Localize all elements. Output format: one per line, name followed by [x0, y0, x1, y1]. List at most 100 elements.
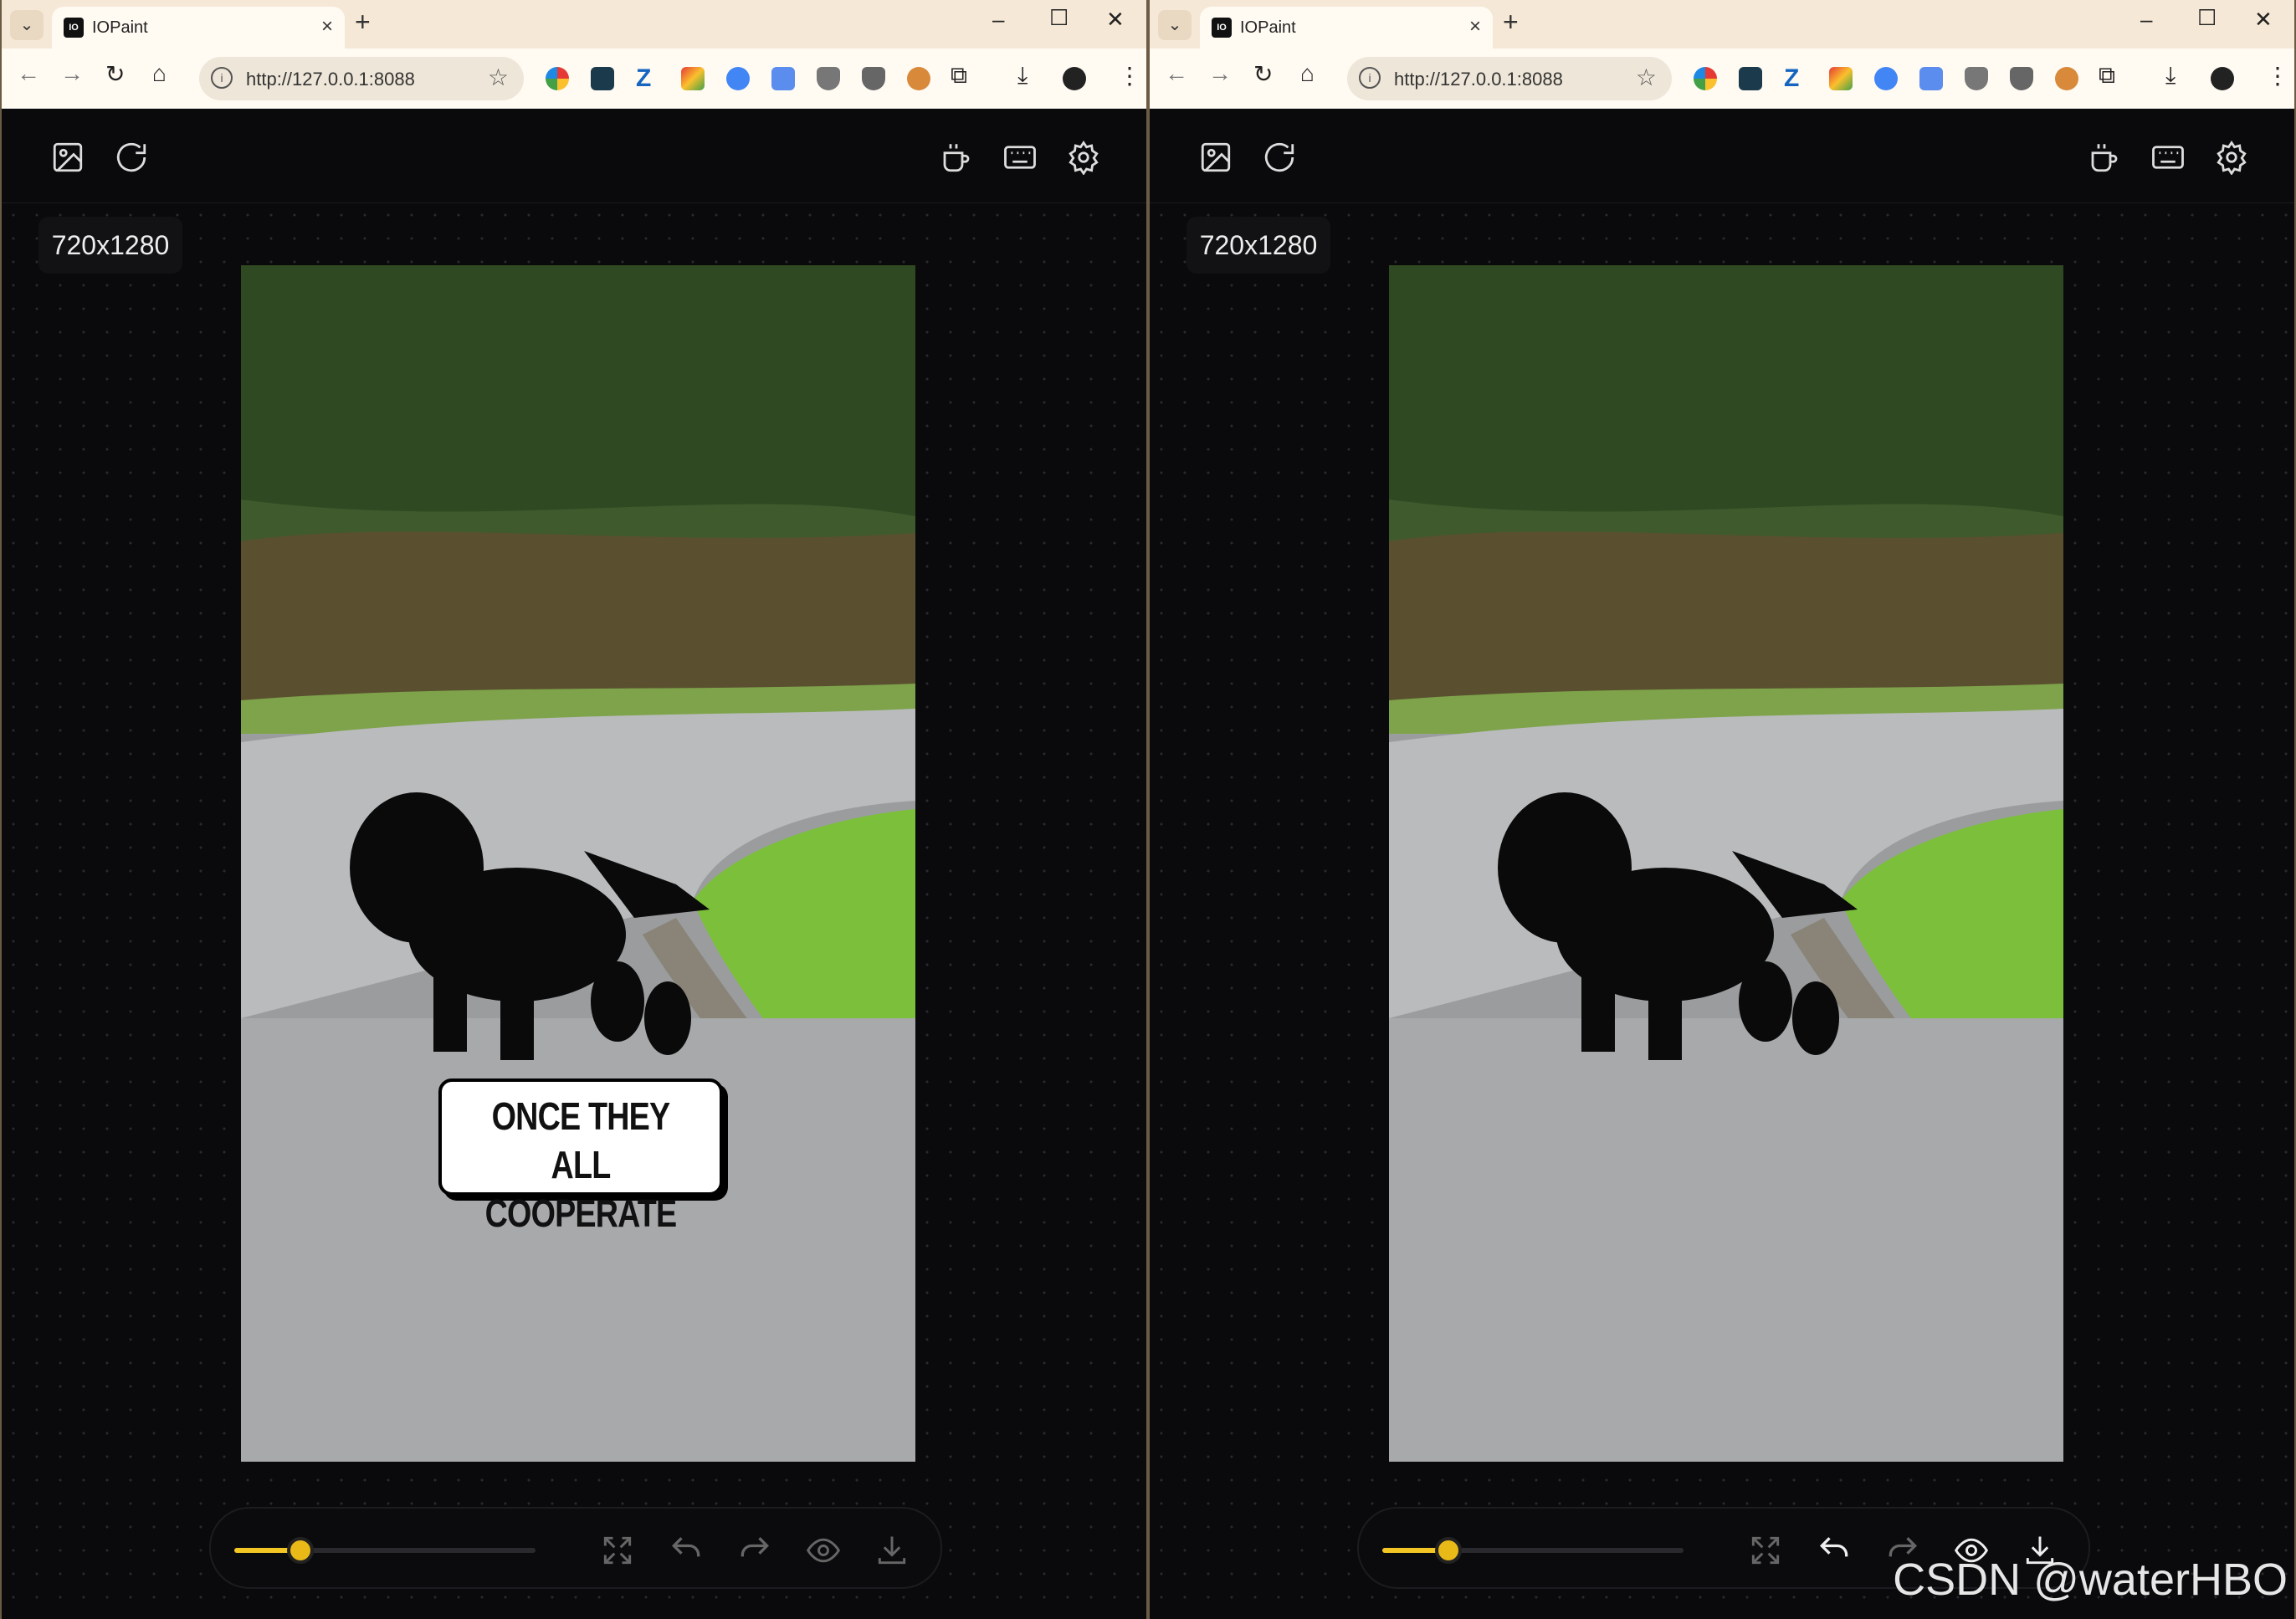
- fullscreen-icon[interactable]: [1747, 1532, 1784, 1569]
- app-header: [1150, 110, 2294, 203]
- minimize-icon[interactable]: –: [992, 7, 1004, 33]
- download-icon[interactable]: [874, 1532, 910, 1569]
- browser-window-right: ⌄ IO IOPaint × + – ☐ ✕ ← → ↻ ⌂ i http://…: [1148, 0, 2296, 1619]
- keyboard-icon[interactable]: [1002, 140, 1038, 175]
- canvas-image[interactable]: ONCE THEY ALL COOPERATE: [241, 265, 915, 1462]
- extension-rainbow-icon[interactable]: [546, 67, 569, 90]
- extension-rainbow-icon[interactable]: [1694, 67, 1717, 90]
- extension-search-icon[interactable]: [1874, 67, 1898, 90]
- site-info-icon[interactable]: i: [211, 67, 233, 89]
- address-bar[interactable]: i http://127.0.0.1:8088 ☆: [199, 57, 524, 100]
- browser-menu-kebab-icon[interactable]: ⋮: [2266, 62, 2289, 90]
- home-icon[interactable]: ⌂: [1300, 60, 1315, 87]
- tab-close-icon[interactable]: ×: [321, 15, 333, 38]
- extension-cookie-icon[interactable]: [2055, 67, 2078, 90]
- extension-shield-plus-icon[interactable]: [862, 67, 885, 90]
- extension-translate-icon[interactable]: [1919, 67, 1943, 90]
- back-arrow-icon[interactable]: ←: [1165, 60, 1188, 87]
- close-window-icon[interactable]: ✕: [2254, 7, 2273, 33]
- extension-grid-icon[interactable]: [1739, 67, 1762, 90]
- reload-icon[interactable]: ↻: [1253, 60, 1273, 88]
- close-window-icon[interactable]: ✕: [1106, 7, 1125, 33]
- extension-shield-icon[interactable]: [817, 67, 840, 90]
- coffee-icon[interactable]: [939, 140, 974, 175]
- refresh-icon[interactable]: [114, 140, 149, 175]
- extension-search-icon[interactable]: [726, 67, 750, 90]
- bookmark-star-icon[interactable]: ☆: [488, 64, 509, 91]
- iopaint-favicon-icon: IO: [64, 18, 84, 38]
- tab-search-chevron-icon[interactable]: ⌄: [10, 10, 44, 40]
- home-icon[interactable]: ⌂: [152, 60, 167, 87]
- site-info-icon[interactable]: i: [1359, 67, 1381, 89]
- brush-size-thumb[interactable]: [287, 1537, 315, 1564]
- settings-gear-icon[interactable]: [2214, 140, 2249, 175]
- browser-menu-kebab-icon[interactable]: ⋮: [1118, 62, 1141, 90]
- new-tab-plus-icon[interactable]: +: [355, 7, 371, 38]
- settings-gear-icon[interactable]: [1066, 140, 1101, 175]
- reload-icon[interactable]: ↻: [105, 60, 125, 88]
- undo-icon[interactable]: [668, 1532, 705, 1569]
- browser-toolbar: ← → ↻ ⌂ i http://127.0.0.1:8088 ☆ Z ⧉ ⤓ …: [1150, 49, 2294, 109]
- tab-title: IOPaint: [1240, 18, 1296, 37]
- browser-toolbar: ← → ↻ ⌂ i http://127.0.0.1:8088 ☆ Z ⧉ ⤓ …: [2, 49, 1146, 109]
- profile-avatar-icon[interactable]: [2211, 67, 2234, 90]
- extension-z-icon[interactable]: Z: [636, 66, 659, 91]
- tab-close-icon[interactable]: ×: [1469, 15, 1481, 38]
- extensions-puzzle-icon[interactable]: ⧉: [2099, 62, 2115, 90]
- extension-grid-icon[interactable]: [591, 67, 614, 90]
- windows-container: ⌄ IO IOPaint × + – ☐ ✕ ← → ↻ ⌂ i http://…: [0, 0, 2296, 1619]
- bookmark-star-icon[interactable]: ☆: [1636, 64, 1657, 91]
- extension-cookie-icon[interactable]: [907, 67, 930, 90]
- browser-tab[interactable]: IO IOPaint ×: [52, 7, 345, 49]
- profile-avatar-icon[interactable]: [1063, 67, 1086, 90]
- image-upload-icon[interactable]: [1198, 140, 1233, 175]
- tab-search-chevron-icon[interactable]: ⌄: [1158, 10, 1192, 40]
- watermark-text: CSDN @waterHBO: [1893, 1555, 2288, 1605]
- back-arrow-icon[interactable]: ←: [17, 60, 40, 87]
- app-header: [2, 110, 1146, 203]
- keyboard-icon[interactable]: [2150, 140, 2186, 175]
- address-bar[interactable]: i http://127.0.0.1:8088 ☆: [1347, 57, 1672, 100]
- undo-icon[interactable]: [1816, 1532, 1853, 1569]
- forward-arrow-icon[interactable]: →: [1208, 60, 1232, 87]
- new-tab-plus-icon[interactable]: +: [1503, 7, 1519, 38]
- downloads-icon[interactable]: ⤓: [2165, 62, 2176, 90]
- downloads-icon[interactable]: ⤓: [1017, 62, 1028, 90]
- maximize-icon[interactable]: ☐: [2197, 5, 2217, 31]
- iopaint-app: 720x1280: [2, 110, 1146, 1619]
- brush-size-slider[interactable]: [1382, 1537, 1684, 1564]
- extension-colors-icon[interactable]: [1829, 67, 1853, 90]
- minimize-icon[interactable]: –: [2140, 7, 2152, 33]
- extension-colors-icon[interactable]: [681, 67, 705, 90]
- maximize-icon[interactable]: ☐: [1049, 5, 1069, 31]
- bear-road-photo: [241, 265, 915, 1462]
- extension-z-icon[interactable]: Z: [1784, 66, 1807, 91]
- caption-line-2: COOPERATE: [484, 1191, 678, 1235]
- editor-bottom-bar: [209, 1507, 942, 1589]
- canvas-image[interactable]: [1389, 265, 2063, 1462]
- browser-window-left: ⌄ IO IOPaint × + – ☐ ✕ ← → ↻ ⌂ i http://…: [0, 0, 1148, 1619]
- image-size-badge: 720x1280: [38, 217, 182, 274]
- refresh-icon[interactable]: [1262, 140, 1297, 175]
- extension-shield-icon[interactable]: [1965, 67, 1988, 90]
- url-text: http://127.0.0.1:8088: [1394, 69, 1563, 90]
- tab-strip: ⌄ IO IOPaint × + – ☐ ✕: [2, 0, 1146, 49]
- forward-arrow-icon[interactable]: →: [60, 60, 84, 87]
- tab-strip: ⌄ IO IOPaint × + – ☐ ✕: [1150, 0, 2294, 49]
- iopaint-app: 720x1280: [1150, 110, 2294, 1619]
- eye-icon[interactable]: [805, 1532, 842, 1569]
- brush-size-thumb[interactable]: [1435, 1537, 1463, 1564]
- image-size-badge: 720x1280: [1186, 217, 1330, 274]
- image-upload-icon[interactable]: [50, 140, 85, 175]
- coffee-icon[interactable]: [2087, 140, 2122, 175]
- redo-icon[interactable]: [736, 1532, 773, 1569]
- extension-shield-plus-icon[interactable]: [2010, 67, 2033, 90]
- extensions-puzzle-icon[interactable]: ⧉: [951, 62, 967, 90]
- caption-line-1: ONCE THEY ALL: [491, 1094, 671, 1186]
- fullscreen-icon[interactable]: [599, 1532, 636, 1569]
- url-text: http://127.0.0.1:8088: [246, 69, 415, 90]
- extension-translate-icon[interactable]: [771, 67, 795, 90]
- brush-size-slider[interactable]: [234, 1537, 536, 1564]
- tab-title: IOPaint: [92, 18, 148, 37]
- browser-tab[interactable]: IO IOPaint ×: [1200, 7, 1493, 49]
